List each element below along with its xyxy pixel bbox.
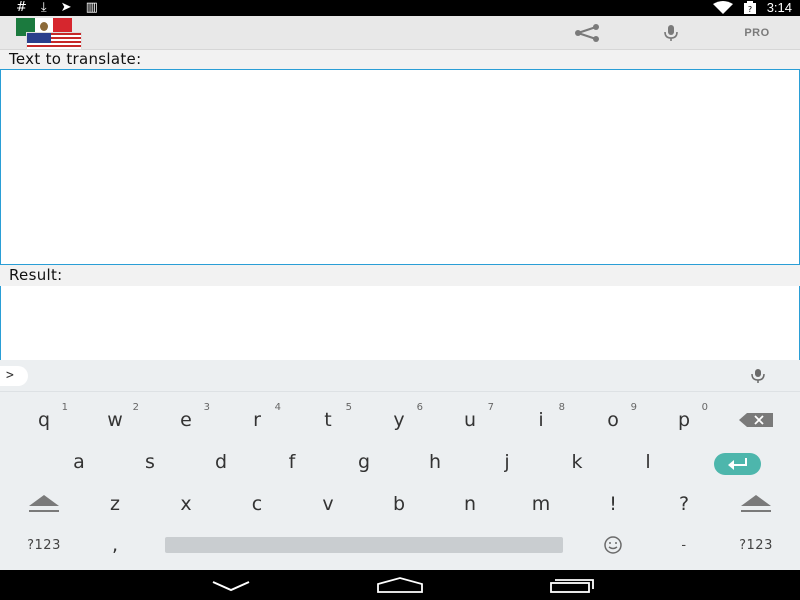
home-icon <box>377 577 423 593</box>
recents-button[interactable] <box>546 570 598 600</box>
shift-icon <box>741 495 771 512</box>
voice-input-button[interactable] <box>656 16 686 50</box>
shift-key-right[interactable] <box>720 484 792 524</box>
key-x[interactable]: x <box>150 484 222 524</box>
status-bar: # ⤓ ➤ ▥ ? 3:14 <box>0 0 800 16</box>
backspace-icon <box>739 413 773 427</box>
hash-icon: # <box>16 0 27 15</box>
shift-icon <box>29 495 59 512</box>
input-label: Text to translate: <box>9 50 142 68</box>
enter-icon <box>727 458 747 470</box>
text-to-translate-input[interactable] <box>0 69 800 265</box>
key-m[interactable]: m <box>505 484 577 524</box>
keyboard-voice-button[interactable] <box>748 366 768 386</box>
send-icon: ➤ <box>60 0 72 15</box>
expand-suggestions-button[interactable]: > <box>0 366 28 386</box>
key-i[interactable]: i8 <box>505 400 577 440</box>
key-c[interactable]: c <box>221 484 293 524</box>
pro-label: PRO <box>744 27 770 39</box>
dash-key[interactable]: - <box>648 525 720 565</box>
emoji-icon <box>604 536 622 554</box>
key-g[interactable]: g <box>328 442 400 482</box>
key-exclamation[interactable]: ! <box>577 484 649 524</box>
soft-keyboard: q1 w2 e3 r4 t5 y6 u7 i8 o9 p0 a s d f g … <box>0 392 800 570</box>
navigation-bar <box>0 570 800 600</box>
key-n[interactable]: n <box>434 484 506 524</box>
sd-card-icon: ▥ <box>85 0 98 15</box>
key-b[interactable]: b <box>363 484 435 524</box>
key-e[interactable]: e3 <box>150 400 222 440</box>
share-icon <box>575 24 599 42</box>
action-bar: PRO <box>0 16 800 50</box>
key-h[interactable]: h <box>399 442 471 482</box>
language-flags-button[interactable] <box>16 18 82 50</box>
comma-key[interactable]: , <box>79 525 151 565</box>
result-field <box>0 286 800 360</box>
battery-icon: ? <box>743 1 756 14</box>
clock: 3:14 <box>766 0 792 15</box>
key-w[interactable]: w2 <box>79 400 151 440</box>
symbols-key-right[interactable]: ?123 <box>720 525 792 565</box>
key-f[interactable]: f <box>256 442 328 482</box>
status-icons-right: ? 3:14 <box>712 0 792 16</box>
enter-key[interactable] <box>714 453 761 475</box>
key-j[interactable]: j <box>471 442 543 482</box>
status-icons-left: # ⤓ ➤ ▥ <box>16 0 98 16</box>
key-question[interactable]: ? <box>648 484 720 524</box>
key-k[interactable]: k <box>541 442 613 482</box>
download-icon: ⤓ <box>40 0 47 15</box>
svg-text:?: ? <box>748 5 752 14</box>
key-t[interactable]: t5 <box>292 400 364 440</box>
key-l[interactable]: l <box>612 442 684 482</box>
usa-flag <box>26 32 82 50</box>
shift-key[interactable] <box>8 484 80 524</box>
home-button[interactable] <box>374 570 426 600</box>
key-u[interactable]: u7 <box>434 400 506 440</box>
share-button[interactable] <box>568 16 606 50</box>
key-a[interactable]: a <box>43 442 115 482</box>
key-o[interactable]: o9 <box>577 400 649 440</box>
app-screen: # ⤓ ➤ ▥ ? 3:14 PRO Text to translate: Re… <box>0 0 800 600</box>
mic-icon <box>664 25 678 41</box>
key-p[interactable]: p0 <box>648 400 720 440</box>
keyboard-suggestion-strip: > <box>0 360 800 392</box>
key-v[interactable]: v <box>292 484 364 524</box>
key-y[interactable]: y6 <box>363 400 435 440</box>
backspace-key[interactable] <box>720 400 792 440</box>
emoji-key[interactable] <box>577 525 649 565</box>
key-z[interactable]: z <box>79 484 151 524</box>
key-r[interactable]: r4 <box>221 400 293 440</box>
recents-icon <box>550 579 594 593</box>
spacebar[interactable] <box>165 537 563 553</box>
key-s[interactable]: s <box>114 442 186 482</box>
result-label: Result: <box>9 266 63 284</box>
wifi-icon <box>712 1 733 14</box>
key-q[interactable]: q1 <box>8 400 80 440</box>
pro-button[interactable]: PRO <box>734 16 780 50</box>
symbols-key-left[interactable]: ?123 <box>8 525 80 565</box>
mic-icon <box>751 369 765 383</box>
back-button[interactable] <box>205 570 257 600</box>
key-d[interactable]: d <box>185 442 257 482</box>
back-icon <box>212 581 250 592</box>
